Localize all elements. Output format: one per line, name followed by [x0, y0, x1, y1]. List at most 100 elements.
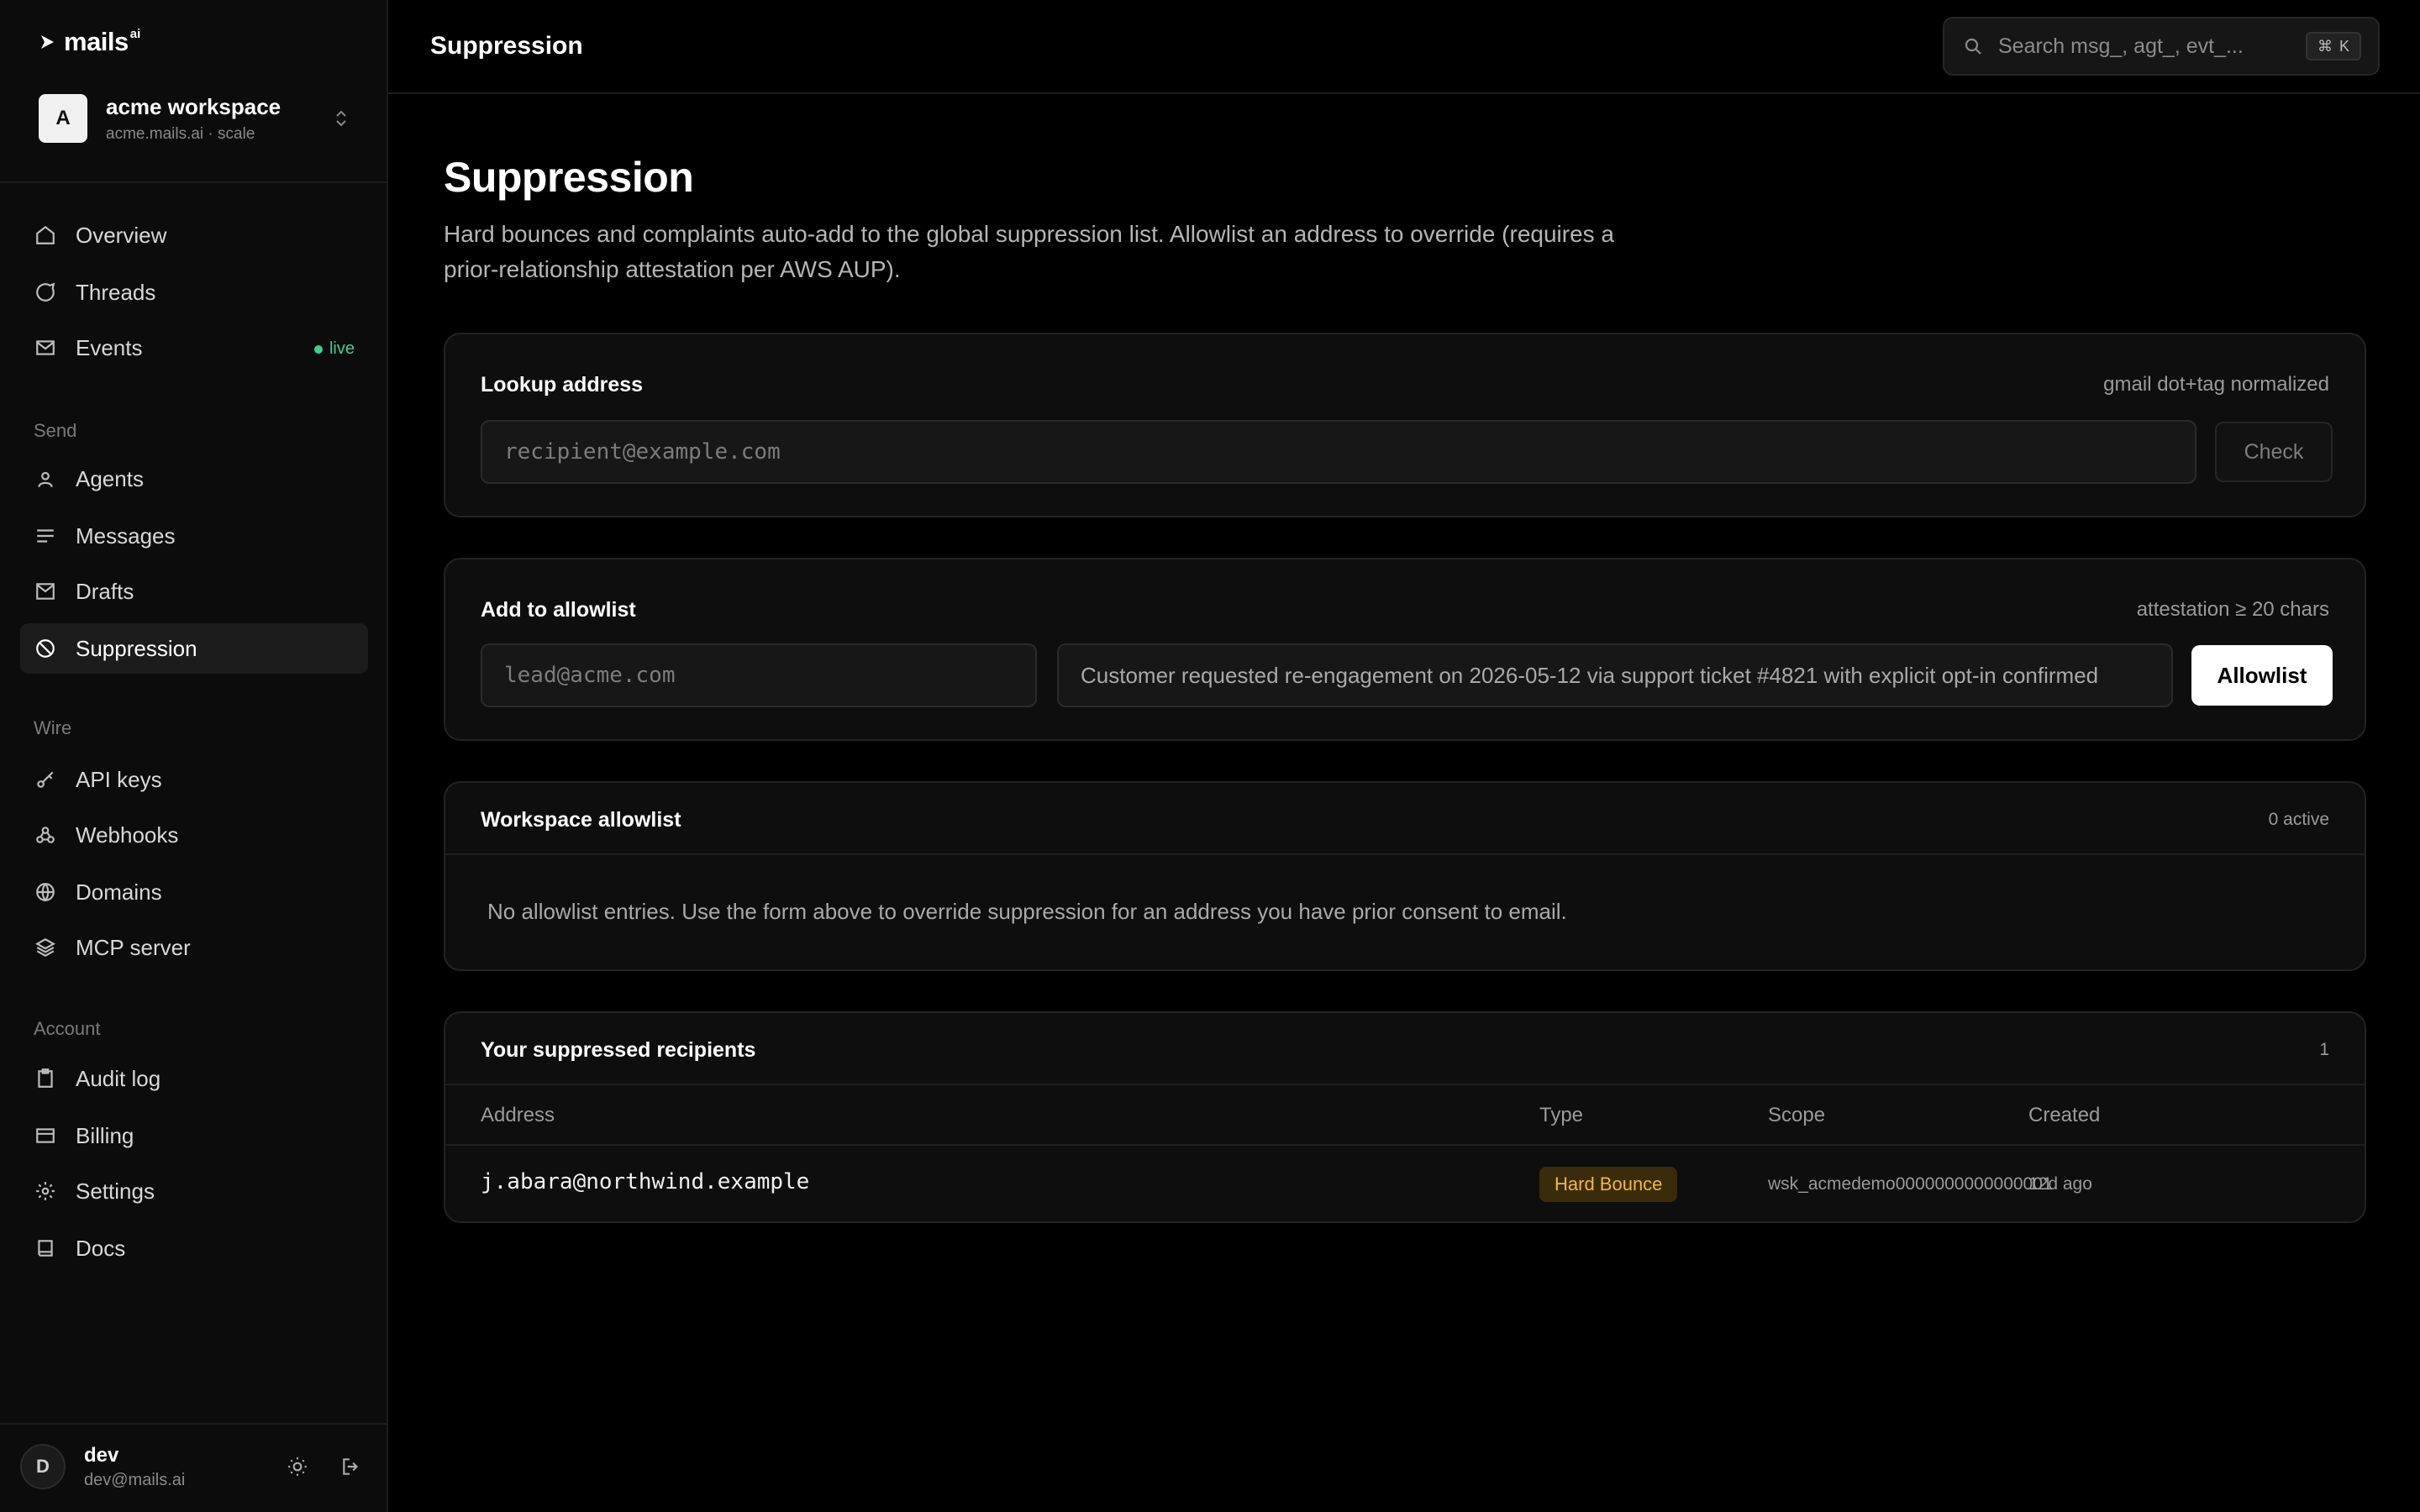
workspace-name: acme workspace [106, 93, 281, 119]
brand-superscript: ai [129, 26, 141, 41]
sidebar-item-label: Overview [76, 222, 167, 248]
section-label-send: Send [34, 420, 77, 441]
sidebar-item-label: Messages [76, 522, 176, 549]
shortcut-key: K [2338, 37, 2349, 55]
user-avatar[interactable]: D [20, 1444, 66, 1489]
sidebar-item-label: Suppression [76, 635, 197, 661]
sidebar-item-label: API keys [76, 766, 162, 792]
column-header-type[interactable]: Type [1539, 1104, 1583, 1127]
sidebar-item-label: Settings [76, 1178, 155, 1204]
column-header-scope[interactable]: Scope [1768, 1104, 1825, 1127]
section-label-account: Account [34, 1018, 101, 1039]
user-name: dev [84, 1443, 119, 1467]
allowlist-email-input[interactable] [481, 643, 1037, 707]
table-header-divider [445, 1144, 2365, 1146]
sidebar-item-label: Billing [76, 1122, 134, 1148]
user-email: dev@mails.ai [84, 1470, 186, 1489]
home-icon [34, 223, 57, 247]
sidebar-item-api-keys[interactable]: API keys [20, 754, 368, 805]
sidebar-item-label: Threads [76, 279, 156, 305]
search-icon [1965, 38, 1981, 55]
column-header-address[interactable]: Address [481, 1104, 555, 1127]
workspace-switcher[interactable]: A acme workspace acme.mails.ai · scale [39, 92, 350, 144]
chevron-up-down-icon [336, 110, 346, 127]
check-button[interactable]: Check [2215, 422, 2333, 482]
person-icon [34, 467, 57, 491]
draft-mail-icon [34, 580, 57, 603]
sidebar-item-agents[interactable]: Agents [20, 454, 368, 504]
mail-icon [34, 336, 57, 360]
card-icon [34, 1124, 57, 1147]
card-divider [445, 853, 2365, 855]
sidebar-item-label: Agents [76, 465, 144, 491]
brand-logo[interactable]: mails ai [39, 25, 145, 59]
sidebar-item-events[interactable]: Events live [20, 323, 368, 373]
attestation-input[interactable] [1057, 643, 2173, 707]
sidebar-item-label: Domains [76, 879, 162, 905]
sidebar-item-overview[interactable]: Overview [20, 210, 368, 260]
globe-icon [34, 880, 57, 904]
card-divider [445, 1084, 2365, 1085]
logout-button[interactable] [334, 1450, 368, 1483]
sidebar-item-label: Audit log [76, 1065, 161, 1091]
command-key-icon: ⌘ [2317, 37, 2333, 55]
lookup-card: Lookup address gmail dot+tag normalized … [444, 333, 2366, 517]
column-header-created[interactable]: Created [2028, 1104, 2100, 1127]
sidebar-item-threads[interactable]: Threads [20, 267, 368, 318]
sidebar-item-label: MCP server [76, 934, 191, 960]
row-created: 12d ago [2028, 1174, 2092, 1194]
row-address: j.abara@northwind.example [481, 1169, 810, 1194]
user-profile: D dev dev@mails.ai [20, 1441, 368, 1492]
workspace-subtitle: acme.mails.ai · scale [106, 124, 255, 143]
workspace-avatar: A [39, 94, 87, 143]
workspace-allowlist-count: 0 active [2268, 810, 2329, 829]
sidebar-item-settings[interactable]: Settings [20, 1166, 368, 1216]
search-input[interactable] [1996, 33, 2286, 60]
sidebar-item-label: Webhooks [76, 822, 179, 848]
suppressed-title: Your suppressed recipients [481, 1038, 756, 1062]
sidebar-item-webhooks[interactable]: Webhooks [20, 810, 368, 860]
allowlist-button[interactable]: Allowlist [2191, 645, 2333, 706]
chat-bubble-icon [34, 281, 57, 304]
sidebar-item-docs[interactable]: Docs [20, 1223, 368, 1273]
live-badge-label: live [329, 339, 355, 358]
clipboard-icon [34, 1067, 57, 1090]
sidebar: mails ai A acme workspace acme.mails.ai … [0, 0, 388, 1512]
sidebar-item-messages[interactable]: Messages [20, 511, 368, 561]
sun-icon [288, 1457, 307, 1476]
empty-allowlist-message: No allowlist entries. Use the form above… [487, 899, 1567, 924]
sidebar-item-billing[interactable]: Billing [20, 1110, 368, 1161]
workspace-allowlist-title: Workspace allowlist [481, 808, 681, 832]
book-icon [34, 1236, 57, 1260]
page-description: Hard bounces and complaints auto-add to … [444, 221, 1614, 282]
lookup-address-input[interactable] [481, 420, 2196, 484]
add-allowlist-meta: attestation ≥ 20 chars [2136, 598, 2329, 621]
theme-toggle-button[interactable] [281, 1450, 314, 1483]
lines-icon [34, 524, 57, 548]
sidebar-item-mcp-server[interactable]: MCP server [20, 922, 368, 973]
row-scope: wsk_acmedemo0000000000000001 [1768, 1174, 2053, 1194]
sidebar-footer-divider [0, 1423, 387, 1425]
sidebar-item-audit-log[interactable]: Audit log [20, 1053, 368, 1104]
page-title: Suppression [444, 154, 694, 201]
webhook-icon [34, 823, 57, 847]
sidebar-item-suppression[interactable]: Suppression [20, 623, 368, 674]
sidebar-item-domains[interactable]: Domains [20, 867, 368, 917]
chevron-right-logo-icon [41, 35, 54, 49]
sidebar-item-label: Docs [76, 1235, 126, 1261]
sidebar-item-label: Events [76, 334, 143, 360]
lookup-title: Lookup address [481, 373, 644, 396]
gear-icon [34, 1179, 57, 1203]
lookup-meta: gmail dot+tag normalized [2103, 373, 2329, 396]
keyboard-shortcut-hint: ⌘ K [2305, 32, 2361, 60]
live-badge: live [313, 339, 355, 359]
topbar: Suppression ⌘ K [388, 0, 2420, 94]
status-badge: Hard Bounce [1539, 1167, 1678, 1202]
brand-name: mails [64, 27, 129, 56]
search-box[interactable]: ⌘ K [1943, 17, 2380, 76]
workspace-allowlist-card: Workspace allowlist 0 active No allowlis… [444, 781, 2366, 971]
add-allowlist-title: Add to allowlist [481, 598, 636, 622]
sidebar-item-label: Drafts [76, 578, 134, 604]
sidebar-item-drafts[interactable]: Drafts [20, 566, 368, 617]
logout-icon [343, 1458, 359, 1475]
